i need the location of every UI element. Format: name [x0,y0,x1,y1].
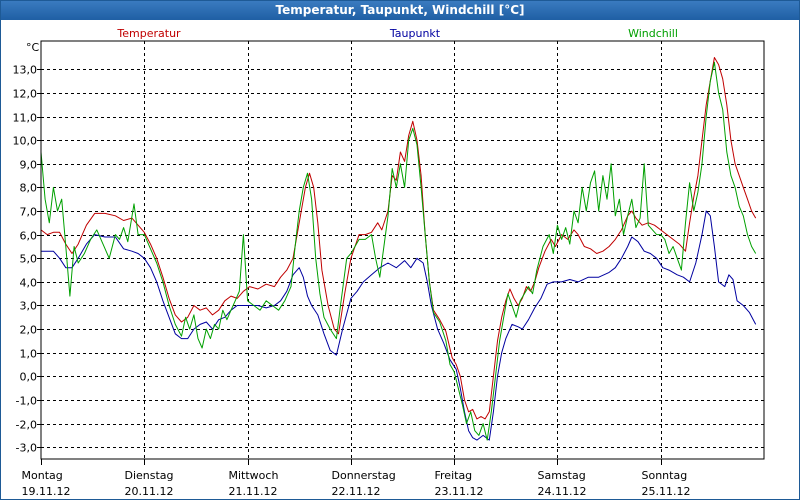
y-tick-label: 12,0 [13,88,38,101]
x-tick-date: 25.11.12 [642,485,691,498]
x-tick-day: Samstag [538,469,586,482]
series-lines [40,57,757,441]
y-tick-label: -3,0 [16,442,37,455]
y-tick-label: 9,0 [20,159,38,172]
y-tick-label: 11,0 [13,112,38,125]
x-tick-day: Donnerstag [332,469,396,482]
y-tick-label: 4,0 [20,277,38,290]
y-tick-label: 13,0 [13,64,38,77]
legend: Temperatur Taupunkt Windchill [116,27,678,40]
x-tick-date: 22.11.12 [332,485,381,498]
series-line-temperatur [40,57,757,420]
x-tick-day: Freitag [435,469,473,482]
y-tick-label: 10,0 [13,135,38,148]
y-tick-label: 2,0 [20,324,38,337]
plot-frame [40,40,765,460]
y-tick-label: -2,0 [16,419,37,432]
y-tick-label: 3,0 [20,300,38,313]
legend-item-windchill: Windchill [628,27,678,40]
y-tick-label: 8,0 [20,182,38,195]
x-tick-date: 21.11.12 [229,485,278,498]
y-tick-label: 7,0 [20,206,38,219]
y-tick-label: -1,0 [16,395,37,408]
x-tick-day: Dienstag [125,469,174,482]
grid [41,41,764,459]
y-axis-ticks: -3,0 -2,0 -1,0 0,0 1,0 2,0 3,0 4,0 5,0 6,0 7,0 8,0 9… [13,64,41,455]
x-tick-date: 23.11.12 [435,485,484,498]
legend-item-taupunkt: Taupunkt [389,27,441,40]
x-tick-date: 24.11.12 [538,485,587,498]
series-line-taupunkt [41,210,757,441]
y-tick-label: 1,0 [20,348,38,361]
series-line-windchill [40,61,757,441]
x-axis-ticks: Montag 19.11.12 Dienstag 20.11.12 Mittwoch 21… [22,459,691,498]
y-tick-label: 0,0 [20,371,38,384]
y-tick-label: 5,0 [20,253,38,266]
x-tick-day: Mittwoch [229,469,279,482]
x-tick-date: 20.11.12 [125,485,174,498]
y-axis-label: °C [26,41,40,54]
chart-window: Temperatur, Taupunkt, Windchill [°C] -3,… [0,0,800,500]
y-tick-label: 6,0 [20,230,38,243]
x-tick-date: 19.11.12 [22,485,71,498]
legend-item-temperatur: Temperatur [116,27,181,40]
line-chart: -3,0 -2,0 -1,0 0,0 1,0 2,0 3,0 4,0 5,0 6,0 7,0 8,0 9… [13,27,765,498]
x-tick-day: Sonntag [642,469,688,482]
x-tick-day: Montag [22,469,63,482]
